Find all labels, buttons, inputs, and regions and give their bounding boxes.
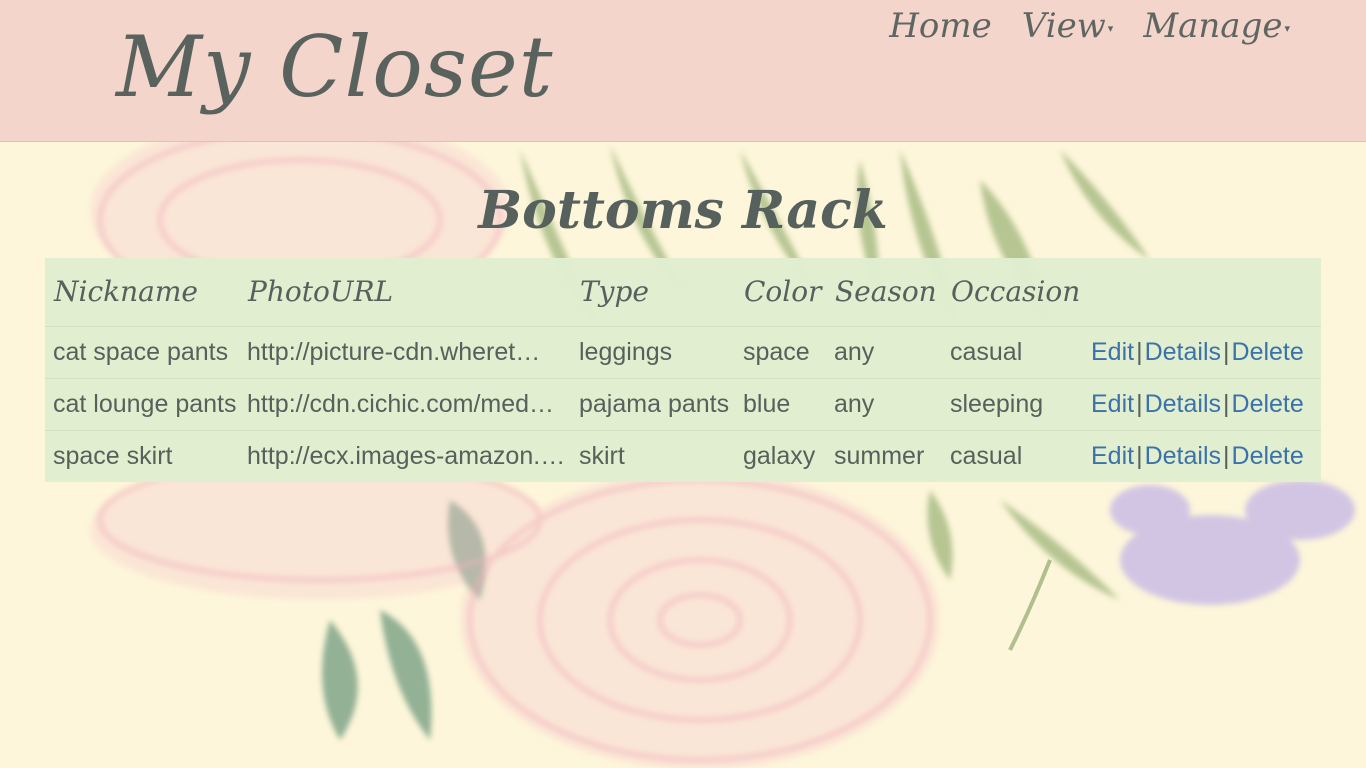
caret-down-icon: ▾	[1284, 21, 1290, 35]
column-header-color: Color	[744, 275, 822, 309]
cell-photo-url: http://picture-cdn.wheret…	[239, 325, 571, 378]
cell-season: any	[826, 325, 942, 378]
brand-logo[interactable]: My Closet	[116, 18, 553, 116]
action-separator: |	[1136, 337, 1143, 366]
cell-type: pajama pants	[571, 377, 735, 430]
caret-down-icon: ▾	[1107, 21, 1114, 35]
column-header-nickname: Nickname	[54, 275, 198, 309]
nav-menu: Home View ▾ Manage ▾	[889, 6, 1290, 46]
cell-actions: Edit|Details|Delete	[1083, 429, 1321, 482]
delete-link[interactable]: Delete	[1232, 390, 1304, 418]
table-row: space skirt http://ecx.images-amazon.… s…	[45, 429, 1321, 482]
nav-home-label: Home	[889, 6, 992, 46]
details-link[interactable]: Details	[1145, 338, 1221, 366]
bottoms-table-container: Nickname PhotoURL Type Color Season Occa…	[45, 258, 1321, 482]
cell-occasion: casual	[942, 325, 1083, 378]
cell-photo-url: http://cdn.cichic.com/med…	[239, 377, 571, 430]
cell-nickname: cat lounge pants	[45, 377, 239, 430]
cell-actions: Edit|Details|Delete	[1083, 325, 1321, 378]
column-header-photourl: PhotoURL	[248, 275, 394, 309]
cell-occasion: casual	[942, 429, 1083, 482]
nav-view-label: View	[1021, 6, 1106, 46]
column-header-actions	[1083, 258, 1321, 326]
edit-link[interactable]: Edit	[1091, 390, 1134, 418]
table-row: cat lounge pants http://cdn.cichic.com/m…	[45, 377, 1321, 430]
action-separator: |	[1223, 337, 1230, 366]
column-header-type: Type	[580, 275, 649, 309]
nav-manage-label: Manage	[1143, 6, 1283, 46]
cell-occasion: sleeping	[942, 377, 1083, 430]
cell-type: skirt	[571, 429, 735, 482]
cell-nickname: space skirt	[45, 429, 239, 482]
column-header-season: Season	[835, 275, 937, 309]
nav-view-dropdown[interactable]: View ▾	[1022, 6, 1114, 46]
action-separator: |	[1223, 441, 1230, 470]
table-row: cat space pants http://picture-cdn.where…	[45, 325, 1321, 378]
cell-photo-url: http://ecx.images-amazon.…	[239, 429, 571, 482]
details-link[interactable]: Details	[1145, 442, 1221, 470]
edit-link[interactable]: Edit	[1091, 338, 1134, 366]
action-separator: |	[1223, 389, 1230, 418]
cell-color: space	[735, 325, 826, 378]
delete-link[interactable]: Delete	[1232, 338, 1304, 366]
details-link[interactable]: Details	[1145, 390, 1221, 418]
action-separator: |	[1136, 441, 1143, 470]
delete-link[interactable]: Delete	[1232, 442, 1304, 470]
cell-type: leggings	[571, 325, 735, 378]
cell-color: blue	[735, 377, 826, 430]
cell-color: galaxy	[735, 429, 826, 482]
cell-season: any	[826, 377, 942, 430]
action-separator: |	[1136, 389, 1143, 418]
nav-manage-dropdown[interactable]: Manage ▾	[1143, 6, 1290, 46]
cell-actions: Edit|Details|Delete	[1083, 377, 1321, 430]
bottoms-table: Nickname PhotoURL Type Color Season Occa…	[45, 258, 1321, 482]
edit-link[interactable]: Edit	[1091, 442, 1134, 470]
cell-season: summer	[826, 429, 942, 482]
top-navbar: My Closet Home View ▾ Manage ▾	[0, 0, 1366, 142]
cell-nickname: cat space pants	[45, 325, 239, 378]
nav-home-link[interactable]: Home	[889, 6, 991, 46]
column-header-occasion: Occasion	[951, 275, 1081, 309]
table-header-row: Nickname PhotoURL Type Color Season Occa…	[45, 258, 1321, 326]
page-title: Bottoms Rack	[478, 180, 888, 241]
